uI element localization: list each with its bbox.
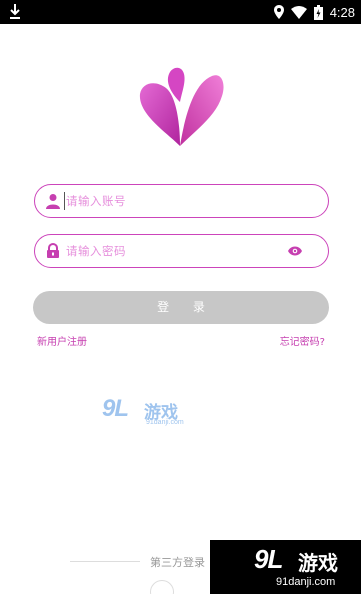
account-input[interactable]: 请输入账号 (66, 193, 126, 209)
register-link[interactable]: 新用户注册 (37, 333, 87, 348)
eye-icon[interactable] (288, 246, 302, 256)
forgot-password-link[interactable]: 忘记密码? (280, 333, 325, 348)
login-button[interactable]: 登 录 (33, 291, 329, 324)
third-party-login-divider: 第三方登录 (70, 552, 230, 572)
corner-watermark-url: 91danji.com (276, 576, 336, 588)
wifi-icon (290, 5, 307, 19)
user-icon (46, 194, 60, 209)
password-field[interactable]: 请输入密码 (34, 234, 329, 268)
account-field[interactable]: 请输入账号 (34, 184, 329, 218)
watermark-mark: 9L (102, 395, 129, 422)
battery-icon (313, 4, 323, 20)
text-cursor (64, 192, 65, 210)
status-time: 4:28 (329, 4, 355, 20)
watermark-url: 91danji.com (146, 419, 184, 426)
status-bar: 4:28 (0, 0, 361, 24)
corner-watermark-name: 游戏 (298, 551, 338, 575)
third-party-login-label: 第三方登录 (150, 556, 205, 569)
heart-petal-logo (139, 67, 224, 146)
corner-watermark: 9L 游戏 91danji.com (210, 540, 361, 594)
third-party-login-button[interactable] (150, 580, 174, 594)
location-icon (273, 5, 284, 19)
corner-watermark-mark: 9L (254, 544, 283, 574)
lock-icon (47, 243, 59, 258)
password-input[interactable]: 请输入密码 (66, 243, 126, 259)
divider-line (70, 561, 140, 562)
download-icon (10, 4, 20, 19)
watermark-logo: 9L 游戏 91danji.com (102, 395, 202, 431)
